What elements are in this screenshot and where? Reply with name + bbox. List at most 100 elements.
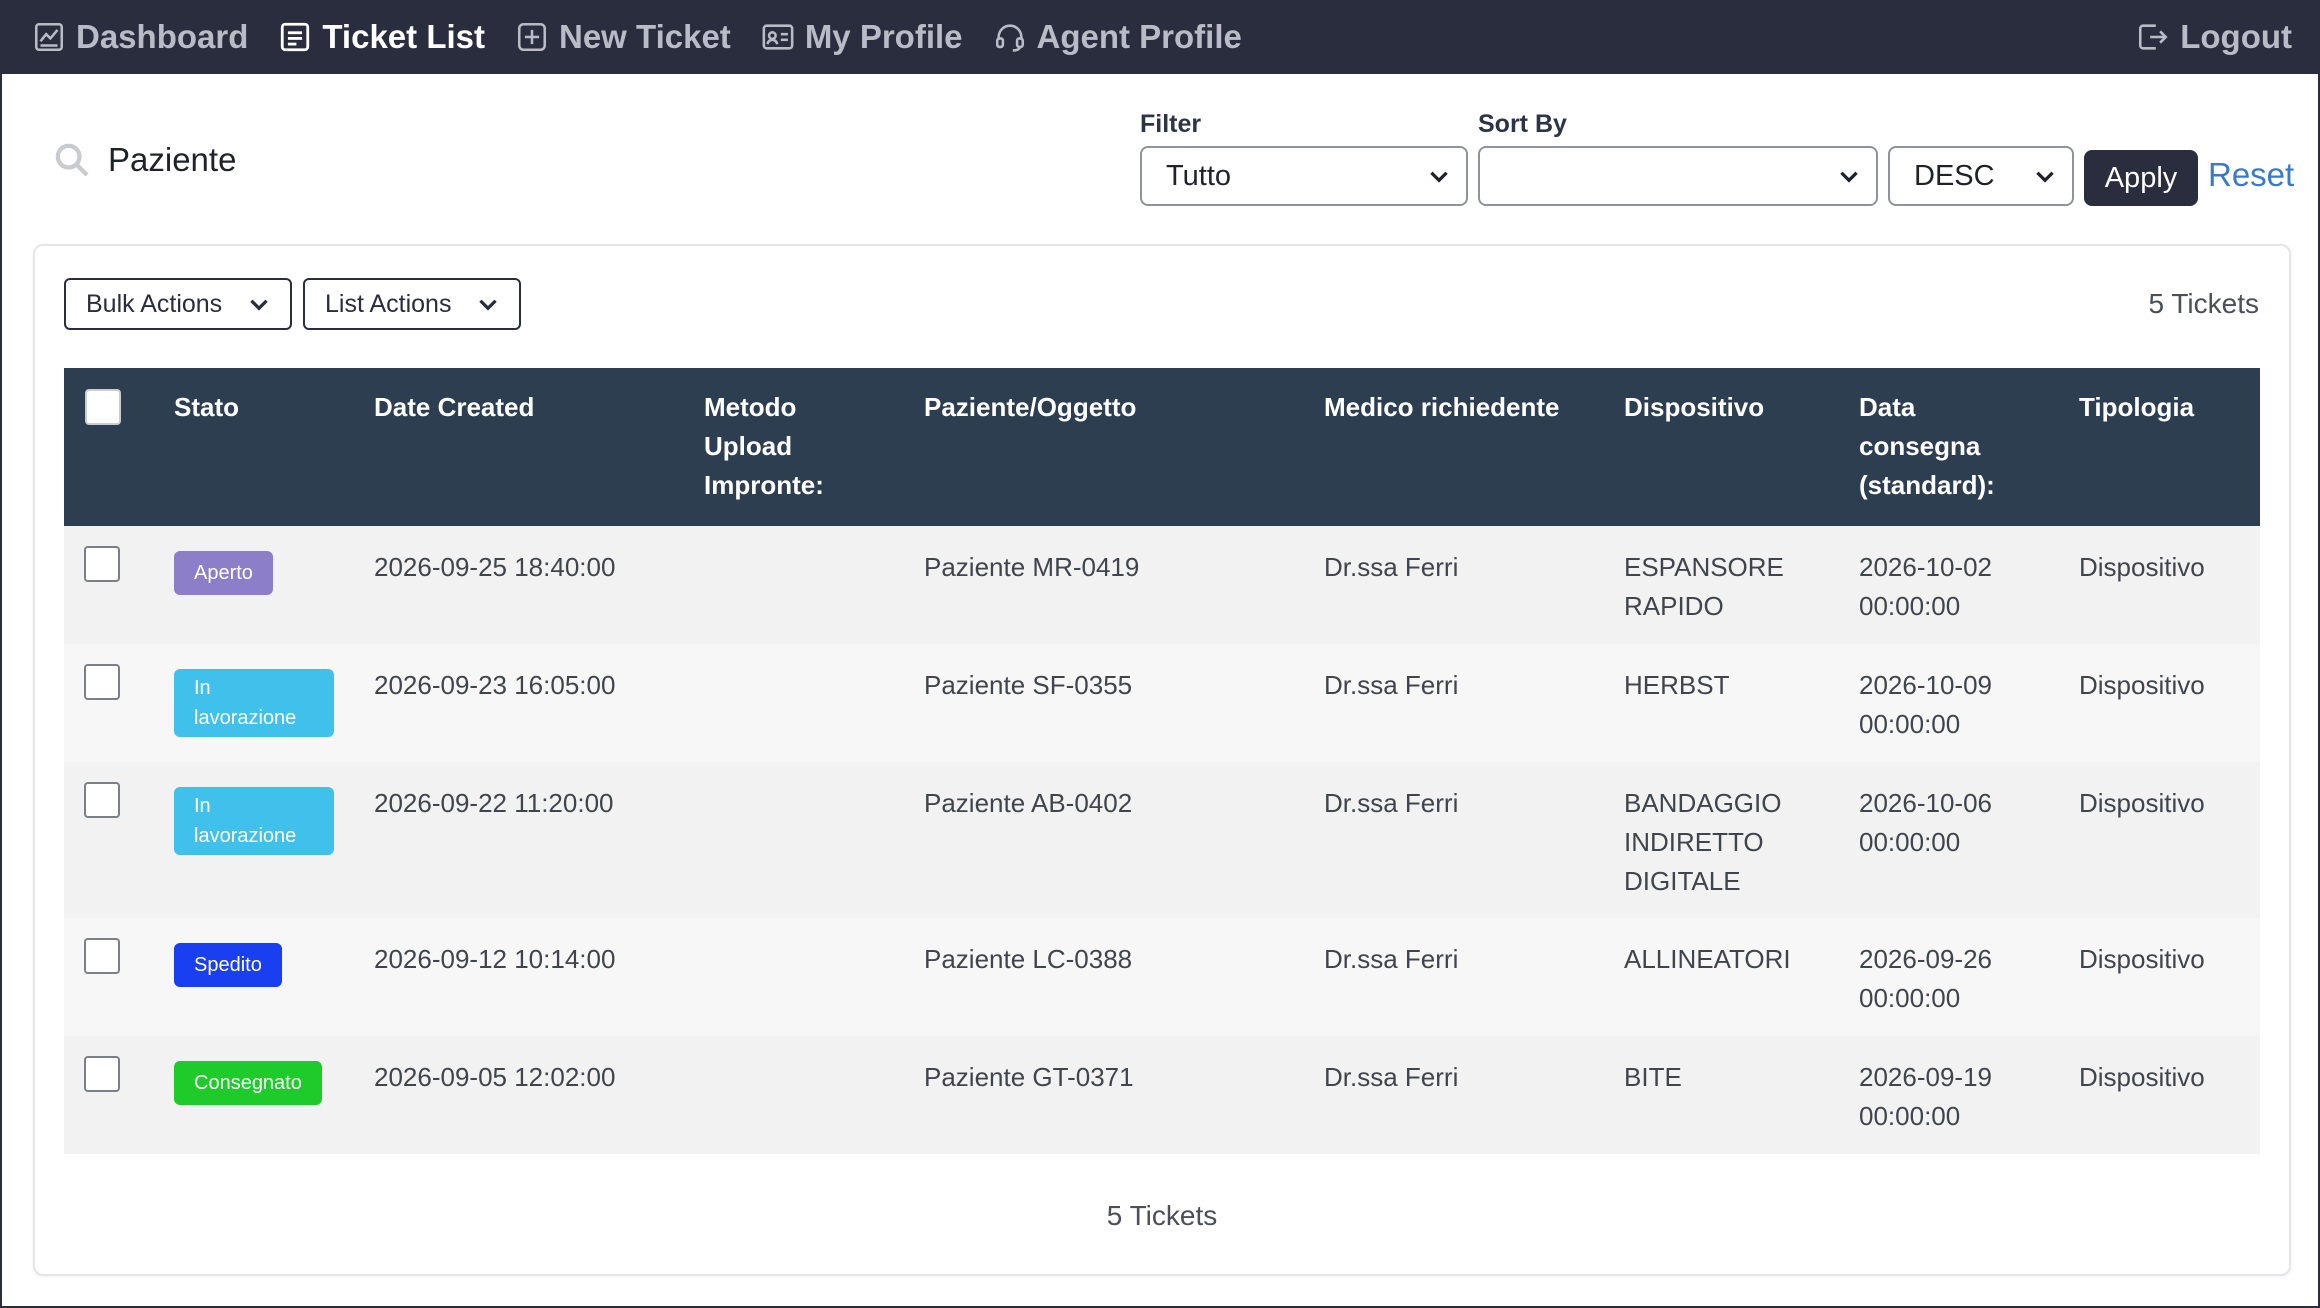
cell-paziente: Paziente AB-0402 (924, 788, 1133, 818)
filter-value: Tutto (1166, 159, 1232, 192)
nav-my-profile[interactable]: My Profile (761, 18, 963, 56)
cell-medico: Dr.ssa Ferri (1324, 944, 1459, 974)
nav-ticket-list-label: Ticket List (322, 18, 485, 55)
cell-dispositivo: ESPANSORE RAPIDO (1624, 552, 1784, 621)
chevron-down-icon (250, 299, 268, 311)
cell-date-created: 2026-09-23 16:05:00 (374, 670, 616, 700)
nav-ticket-list[interactable]: Ticket List (278, 18, 485, 56)
sort-order-value: DESC (1914, 159, 1995, 192)
top-navbar: Dashboard Ticket List New Ticket My Prof… (2, 0, 2320, 74)
row-checkbox[interactable] (84, 782, 120, 818)
chevron-down-icon (479, 299, 497, 311)
chevron-down-icon (1430, 171, 1448, 183)
nav-new-ticket[interactable]: New Ticket (515, 18, 731, 56)
plus-square-icon (517, 22, 547, 52)
chevron-down-icon (1840, 171, 1858, 183)
reset-link[interactable]: Reset (2208, 156, 2294, 194)
cell-tipologia: Dispositivo (2079, 1062, 2205, 1092)
cell-data-consegna: 2026-10-06 00:00:00 (1859, 788, 1992, 857)
cell-data-consegna: 2026-09-19 00:00:00 (1859, 1062, 1992, 1131)
column-header-stato[interactable]: Stato (174, 388, 239, 427)
nav-new-ticket-label: New Ticket (559, 18, 731, 55)
table-body: Aperto 2026-09-25 18:40:00 Paziente MR-041… (64, 526, 2260, 1154)
status-badge: Consegnato (174, 1061, 322, 1105)
nav-dashboard[interactable]: Dashboard (32, 18, 248, 56)
status-badge: Aperto (174, 551, 273, 595)
select-all-checkbox[interactable] (85, 389, 121, 425)
cell-medico: Dr.ssa Ferri (1324, 788, 1459, 818)
sort-label: Sort By (1478, 110, 1567, 138)
search-input[interactable] (108, 141, 668, 179)
nav-agent-profile-label: Agent Profile (1036, 18, 1242, 55)
cell-date-created: 2026-09-05 12:02:00 (374, 1062, 616, 1092)
cell-tipologia: Dispositivo (2079, 944, 2205, 974)
column-header-medico[interactable]: Medico richiedente (1324, 388, 1560, 427)
cell-tipologia: Dispositivo (2079, 552, 2205, 582)
ticket-list-card: Bulk Actions List Actions 5 Tickets Stat… (33, 244, 2291, 1276)
id-card-icon (762, 24, 794, 50)
filter-select[interactable]: Tutto (1140, 146, 1468, 206)
headset-icon (995, 24, 1024, 52)
dashboard-icon (34, 22, 64, 52)
cell-dispositivo: BITE (1624, 1062, 1682, 1092)
cell-data-consegna: 2026-09-26 00:00:00 (1859, 944, 1992, 1013)
cell-tipologia: Dispositivo (2079, 670, 2205, 700)
list-actions-button[interactable]: List Actions (303, 278, 521, 330)
sort-by-select[interactable] (1478, 146, 1878, 206)
status-badge: Spedito (174, 943, 282, 987)
cell-date-created: 2026-09-12 10:14:00 (374, 944, 616, 974)
table-row[interactable]: In lavorazione 2026-09-22 11:20:00 Paziente… (64, 762, 2260, 918)
row-checkbox[interactable] (84, 938, 120, 974)
cell-date-created: 2026-09-22 11:20:00 (374, 788, 614, 818)
table-row[interactable]: Consegnato 2026-09-05 12:02:00 Paziente GT… (64, 1036, 2260, 1154)
row-checkbox[interactable] (84, 1056, 120, 1092)
cell-date-created: 2026-09-25 18:40:00 (374, 552, 616, 582)
cell-paziente: Paziente LC-0388 (924, 944, 1133, 974)
table-row[interactable]: Aperto 2026-09-25 18:40:00 Paziente MR-041… (64, 526, 2260, 644)
ticket-count-top: 5 Tickets (2148, 288, 2259, 319)
column-header-data-consegna[interactable]: Data consegna (standard): (1859, 388, 1995, 505)
search-area (52, 140, 668, 180)
list-actions-label: List Actions (325, 289, 452, 318)
nav-my-profile-label: My Profile (804, 18, 963, 55)
cell-tipologia: Dispositivo (2079, 788, 2205, 818)
logout-label: Logout (2180, 18, 2292, 55)
search-icon (55, 143, 89, 177)
column-header-date-created[interactable]: Date Created (374, 388, 534, 427)
chevron-down-icon (2036, 171, 2054, 183)
status-badge: In lavorazione (174, 787, 334, 855)
cell-paziente: Paziente GT-0371 (924, 1062, 1134, 1092)
cell-data-consegna: 2026-10-02 00:00:00 (1859, 552, 1992, 621)
table-row[interactable]: In lavorazione 2026-09-23 16:05:00 Paziente… (64, 644, 2260, 762)
cell-paziente: Paziente MR-0419 (924, 552, 1140, 582)
bulk-actions-button[interactable]: Bulk Actions (64, 278, 292, 330)
column-header-paziente[interactable]: Paziente/Oggetto (924, 388, 1136, 427)
filter-label: Filter (1140, 110, 1202, 138)
cell-data-consegna: 2026-10-09 00:00:00 (1859, 670, 1992, 739)
sort-order-select[interactable]: DESC (1888, 146, 2074, 206)
column-header-tipologia[interactable]: Tipologia (2079, 388, 2194, 427)
column-header-metodo-upload[interactable]: Metodo Upload Impronte: (704, 388, 824, 505)
list-icon (281, 22, 310, 52)
table-row[interactable]: Spedito 2026-09-12 10:14:00 Paziente LC-03… (64, 918, 2260, 1036)
cell-paziente: Paziente SF-0355 (924, 670, 1133, 700)
cell-dispositivo: BANDAGGIO INDIRETTO DIGITALE (1624, 788, 1782, 896)
nav-dashboard-label: Dashboard (76, 18, 249, 55)
logout-button[interactable]: Logout (2136, 18, 2292, 56)
ticket-count-bottom: 5 Tickets (1106, 1200, 1218, 1231)
cell-medico: Dr.ssa Ferri (1324, 1062, 1459, 1092)
apply-button[interactable]: Apply (2084, 150, 2198, 206)
column-header-dispositivo[interactable]: Dispositivo (1624, 388, 1764, 427)
cell-medico: Dr.ssa Ferri (1324, 552, 1459, 582)
cell-dispositivo: ALLINEATORI (1624, 944, 1791, 974)
row-checkbox[interactable] (84, 546, 120, 582)
logout-icon (2139, 24, 2168, 50)
nav-agent-profile[interactable]: Agent Profile (993, 18, 1242, 56)
bulk-actions-label: Bulk Actions (86, 289, 223, 318)
status-badge: In lavorazione (174, 669, 334, 737)
cell-medico: Dr.ssa Ferri (1324, 670, 1459, 700)
row-checkbox[interactable] (84, 664, 120, 700)
app-frame: Dashboard Ticket List New Ticket My Prof… (0, 0, 2320, 1308)
cell-dispositivo: HERBST (1624, 670, 1730, 700)
table-header: Stato Date Created Metodo Upload Impronte:… (64, 368, 2260, 526)
